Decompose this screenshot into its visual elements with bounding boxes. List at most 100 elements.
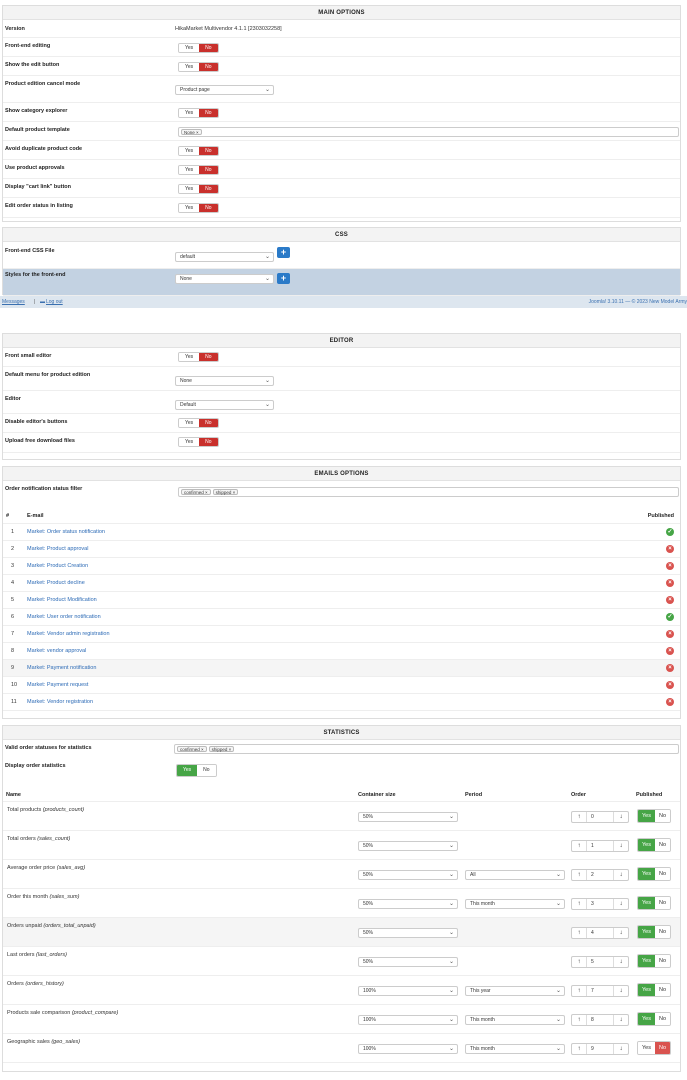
order-value[interactable]: 4 bbox=[586, 928, 614, 938]
period-select[interactable]: This month ⌄ bbox=[465, 1015, 565, 1025]
container-size-select[interactable]: 100% ⌄ bbox=[358, 1044, 458, 1054]
remove-icon[interactable]: × bbox=[195, 130, 199, 135]
published-check-icon[interactable]: ✓ bbox=[666, 528, 674, 536]
yes-option[interactable]: Yes bbox=[638, 955, 655, 967]
yes-option[interactable]: Yes bbox=[638, 868, 655, 880]
yes-option[interactable]: Yes bbox=[179, 147, 200, 155]
email-filter-tags[interactable]: confirmed × shipped × bbox=[178, 487, 679, 497]
template-tag[interactable]: None × bbox=[181, 129, 202, 135]
email-link[interactable]: Market: Order status notification bbox=[27, 529, 105, 535]
valid-statuses-tags[interactable]: confirmed × shipped × bbox=[174, 744, 679, 754]
yes-option[interactable]: Yes bbox=[179, 109, 200, 117]
order-stepper[interactable]: ↑ 2 ↓ bbox=[571, 869, 629, 881]
arrow-down-icon[interactable]: ↓ bbox=[614, 901, 628, 907]
yes-no-toggle[interactable]: Yes No bbox=[178, 437, 219, 447]
period-select[interactable]: This month ⌄ bbox=[465, 1044, 565, 1054]
order-stepper[interactable]: ↑ 9 ↓ bbox=[571, 1043, 629, 1055]
no-option[interactable]: No bbox=[199, 185, 218, 193]
period-select[interactable]: This year ⌄ bbox=[465, 986, 565, 996]
status-tag[interactable]: confirmed × bbox=[177, 746, 207, 752]
order-value[interactable]: 0 bbox=[586, 812, 614, 822]
email-link[interactable]: Market: Vendor admin registration bbox=[27, 631, 110, 637]
container-size-select[interactable]: 50% ⌄ bbox=[358, 812, 458, 822]
yes-option[interactable]: Yes bbox=[179, 44, 200, 52]
yes-option[interactable]: Yes bbox=[638, 1042, 655, 1054]
no-option[interactable]: No bbox=[654, 984, 671, 996]
main-option-select[interactable]: Product page ⌄ bbox=[175, 85, 274, 95]
display-stats-no[interactable]: No bbox=[197, 765, 216, 776]
status-tag[interactable]: shipped × bbox=[208, 746, 235, 752]
order-value[interactable]: 3 bbox=[586, 899, 614, 909]
unpublished-x-icon[interactable]: × bbox=[666, 681, 674, 689]
container-size-select[interactable]: 50% ⌄ bbox=[358, 841, 458, 851]
css-file-select[interactable]: default ⌄ bbox=[175, 252, 274, 262]
yes-option[interactable]: Yes bbox=[638, 926, 655, 938]
arrow-down-icon[interactable]: ↓ bbox=[614, 814, 628, 820]
unpublished-x-icon[interactable]: × bbox=[666, 596, 674, 604]
messages-link[interactable]: Messages bbox=[2, 296, 25, 308]
no-option[interactable]: No bbox=[199, 204, 218, 212]
yes-no-toggle[interactable]: Yes No bbox=[178, 203, 219, 213]
published-toggle[interactable]: Yes No bbox=[637, 896, 672, 910]
order-value[interactable]: 7 bbox=[586, 986, 614, 996]
email-link[interactable]: Market: Payment notification bbox=[27, 665, 96, 671]
yes-no-toggle[interactable]: Yes No bbox=[178, 418, 219, 428]
email-link[interactable]: Market: Product decline bbox=[27, 580, 85, 586]
arrow-up-icon[interactable]: ↑ bbox=[572, 872, 586, 878]
published-toggle[interactable]: Yes No bbox=[637, 838, 672, 852]
published-toggle[interactable]: Yes No bbox=[637, 925, 672, 939]
email-link[interactable]: Market: Product Creation bbox=[27, 563, 88, 569]
container-size-select[interactable]: 50% ⌄ bbox=[358, 870, 458, 880]
editor-option-select[interactable]: None ⌄ bbox=[175, 376, 274, 386]
remove-icon[interactable]: × bbox=[231, 490, 236, 495]
unpublished-x-icon[interactable]: × bbox=[666, 698, 674, 706]
arrow-down-icon[interactable]: ↓ bbox=[614, 930, 628, 936]
arrow-up-icon[interactable]: ↑ bbox=[572, 1017, 586, 1023]
published-toggle[interactable]: Yes No bbox=[637, 983, 672, 997]
yes-option[interactable]: Yes bbox=[179, 419, 200, 427]
arrow-up-icon[interactable]: ↑ bbox=[572, 959, 586, 965]
no-option[interactable]: No bbox=[199, 353, 218, 361]
published-toggle[interactable]: Yes No bbox=[637, 1041, 672, 1055]
yes-option[interactable]: Yes bbox=[179, 185, 200, 193]
css-styles-select[interactable]: None ⌄ bbox=[175, 274, 274, 284]
published-toggle[interactable]: Yes No bbox=[637, 809, 672, 823]
arrow-down-icon[interactable]: ↓ bbox=[614, 1046, 628, 1052]
published-toggle[interactable]: Yes No bbox=[637, 867, 672, 881]
container-size-select[interactable]: 50% ⌄ bbox=[358, 957, 458, 967]
yes-no-toggle[interactable]: Yes No bbox=[178, 62, 219, 72]
email-link[interactable]: Market: Vendor registration bbox=[27, 699, 93, 705]
order-value[interactable]: 8 bbox=[586, 1015, 614, 1025]
arrow-up-icon[interactable]: ↑ bbox=[572, 930, 586, 936]
status-tag[interactable]: shipped × bbox=[212, 489, 239, 495]
arrow-up-icon[interactable]: ↑ bbox=[572, 814, 586, 820]
display-stats-yes[interactable]: Yes bbox=[177, 765, 198, 776]
arrow-down-icon[interactable]: ↓ bbox=[614, 843, 628, 849]
yes-option[interactable]: Yes bbox=[179, 438, 200, 446]
no-option[interactable]: No bbox=[199, 109, 218, 117]
yes-option[interactable]: Yes bbox=[638, 839, 655, 851]
arrow-down-icon[interactable]: ↓ bbox=[614, 959, 628, 965]
unpublished-x-icon[interactable]: × bbox=[666, 630, 674, 638]
arrow-down-icon[interactable]: ↓ bbox=[614, 988, 628, 994]
remove-icon[interactable]: × bbox=[200, 747, 204, 752]
order-value[interactable]: 2 bbox=[586, 870, 614, 880]
no-option[interactable]: No bbox=[654, 955, 671, 967]
no-option[interactable]: No bbox=[654, 1013, 671, 1025]
arrow-down-icon[interactable]: ↓ bbox=[614, 1017, 628, 1023]
unpublished-x-icon[interactable]: × bbox=[666, 545, 674, 553]
no-option[interactable]: No bbox=[199, 63, 218, 71]
add-css-style-button[interactable]: + bbox=[277, 273, 290, 284]
yes-option[interactable]: Yes bbox=[638, 984, 655, 996]
yes-option[interactable]: Yes bbox=[179, 353, 200, 361]
unpublished-x-icon[interactable]: × bbox=[666, 664, 674, 672]
arrow-up-icon[interactable]: ↑ bbox=[572, 901, 586, 907]
container-size-select[interactable]: 100% ⌄ bbox=[358, 986, 458, 996]
published-check-icon[interactable]: ✓ bbox=[666, 613, 674, 621]
container-size-select[interactable]: 50% ⌄ bbox=[358, 899, 458, 909]
display-stats-toggle[interactable]: Yes No bbox=[176, 764, 217, 777]
order-stepper[interactable]: ↑ 8 ↓ bbox=[571, 1014, 629, 1026]
yes-no-toggle[interactable]: Yes No bbox=[178, 43, 219, 53]
yes-option[interactable]: Yes bbox=[179, 166, 200, 174]
status-tag[interactable]: confirmed × bbox=[181, 489, 211, 495]
